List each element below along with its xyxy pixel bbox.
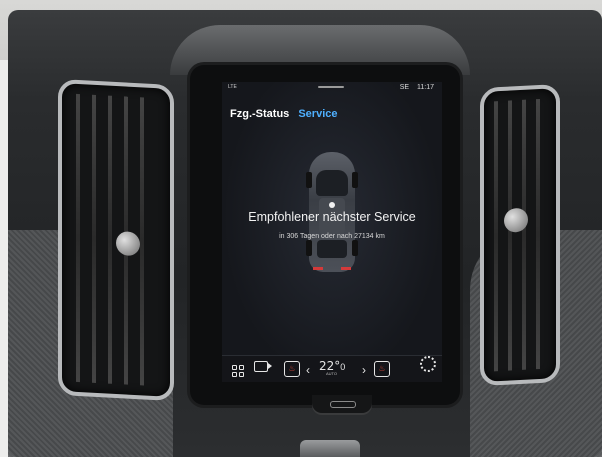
vent-knob[interactable] (116, 231, 140, 257)
settings-gear-icon (420, 356, 436, 372)
car-wheel (352, 172, 358, 188)
status-right: SE 11:17 (400, 84, 434, 91)
pull-down-handle[interactable] (318, 86, 344, 88)
car-wheel (306, 240, 312, 256)
camera-icon (254, 361, 272, 372)
vent-slat (508, 100, 512, 371)
region-label: SE (399, 84, 410, 91)
car-dashboard-photo: LTE SE 11:17 Fzg.-Status Service Empfohl… (0, 0, 602, 457)
clock: 11:17 (417, 84, 434, 91)
vent-slat (108, 95, 112, 384)
left-seat-heat-button[interactable]: ♨ (284, 358, 300, 377)
status-bar: LTE SE 11:17 (222, 82, 442, 94)
car-rear-window (317, 240, 347, 258)
air-vent-left[interactable] (58, 78, 174, 402)
car-wheel (352, 240, 358, 256)
tab-vehicle-status[interactable]: Fzg.-Status (230, 108, 289, 120)
service-detail: in 306 Tagen oder nach 27134 km (279, 233, 385, 240)
taillight (341, 267, 351, 270)
volume-knob[interactable] (300, 440, 360, 457)
service-headline: Empfohlener nächster Service (248, 210, 416, 224)
temperature-display[interactable]: 22°0 AUTO (319, 357, 355, 377)
infotainment-screen: LTE SE 11:17 Fzg.-Status Service Empfohl… (222, 82, 442, 382)
vent-slat (494, 101, 498, 372)
vent-slat (92, 94, 96, 383)
home-button[interactable] (312, 395, 372, 413)
car-windshield (316, 170, 348, 196)
service-marker (329, 202, 335, 208)
temp-decrease-button[interactable]: ‹ (306, 363, 310, 377)
vent-slat (140, 97, 144, 386)
apps-grid-icon (232, 365, 244, 377)
temperature-decimal: 0 (340, 362, 346, 372)
screen-tabs: Fzg.-Status Service (230, 108, 338, 120)
vent-slat (522, 99, 526, 370)
apps-button[interactable] (232, 365, 244, 377)
chevron-left-icon: ‹ (306, 363, 310, 377)
camera-button[interactable] (254, 359, 272, 377)
chevron-right-icon: › (362, 363, 366, 377)
air-vent-right[interactable] (480, 83, 560, 387)
taillight (313, 267, 323, 270)
right-seat-heat-button[interactable]: ♨ (374, 358, 390, 377)
vent-slat (76, 93, 80, 383)
temp-increase-button[interactable]: › (362, 363, 366, 377)
climate-bar: ♨ ‹ 22°0 AUTO › ♨ (222, 355, 442, 382)
car-wheel (306, 172, 312, 188)
climate-mode: AUTO (326, 371, 338, 376)
seat-heat-icon: ♨ (284, 361, 300, 377)
signal-indicator: LTE (228, 84, 237, 90)
settings-button[interactable] (420, 356, 436, 377)
tab-service[interactable]: Service (298, 108, 337, 120)
vent-slat (536, 98, 540, 370)
seat-heat-icon: ♨ (374, 361, 390, 377)
